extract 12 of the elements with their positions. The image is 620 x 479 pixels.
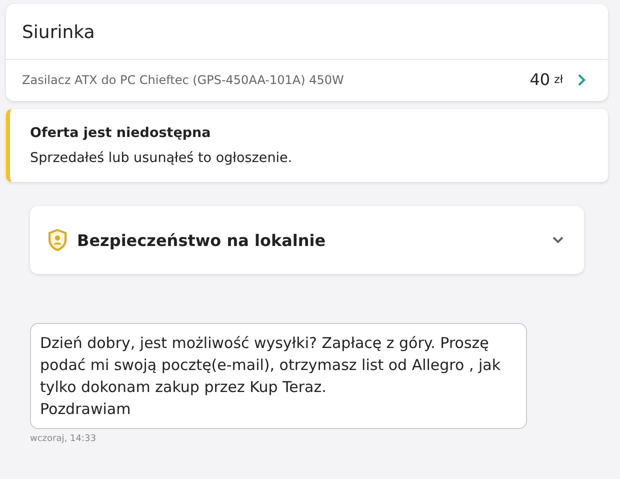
safety-accordion[interactable]: Bezpieczeństwo na lokalnie — [30, 206, 584, 274]
offer-price: 40 — [530, 70, 550, 89]
alert-title: Oferta jest niedostępna — [30, 125, 212, 141]
message-time: wczoraj, 14:33 — [30, 434, 97, 444]
currency: zł — [554, 73, 563, 86]
accordion-title: Bezpieczeństwo na lokalnie — [77, 230, 327, 250]
message-bubble: Dzień dobry, jest możliwość wysyłki? Zapłacę z góry. Proszę podać mi swoją pocztę(e-mail), otrzymasz list od Allegro , jak tylko dokonam zakup przez Kup Teraz. Pozdrawiam — [30, 323, 527, 429]
conversation-title: Siurinka — [6, 4, 608, 60]
shield-person-icon — [48, 229, 67, 251]
offer-name: Zasilacz ATX do PC Chieftec (GPS-450AA-101A) 450W — [22, 72, 345, 86]
chevron-right-icon[interactable] — [577, 72, 586, 86]
alert-text: Sprzedałeś lub usunąłeś to ogłoszenie. — [30, 150, 294, 166]
